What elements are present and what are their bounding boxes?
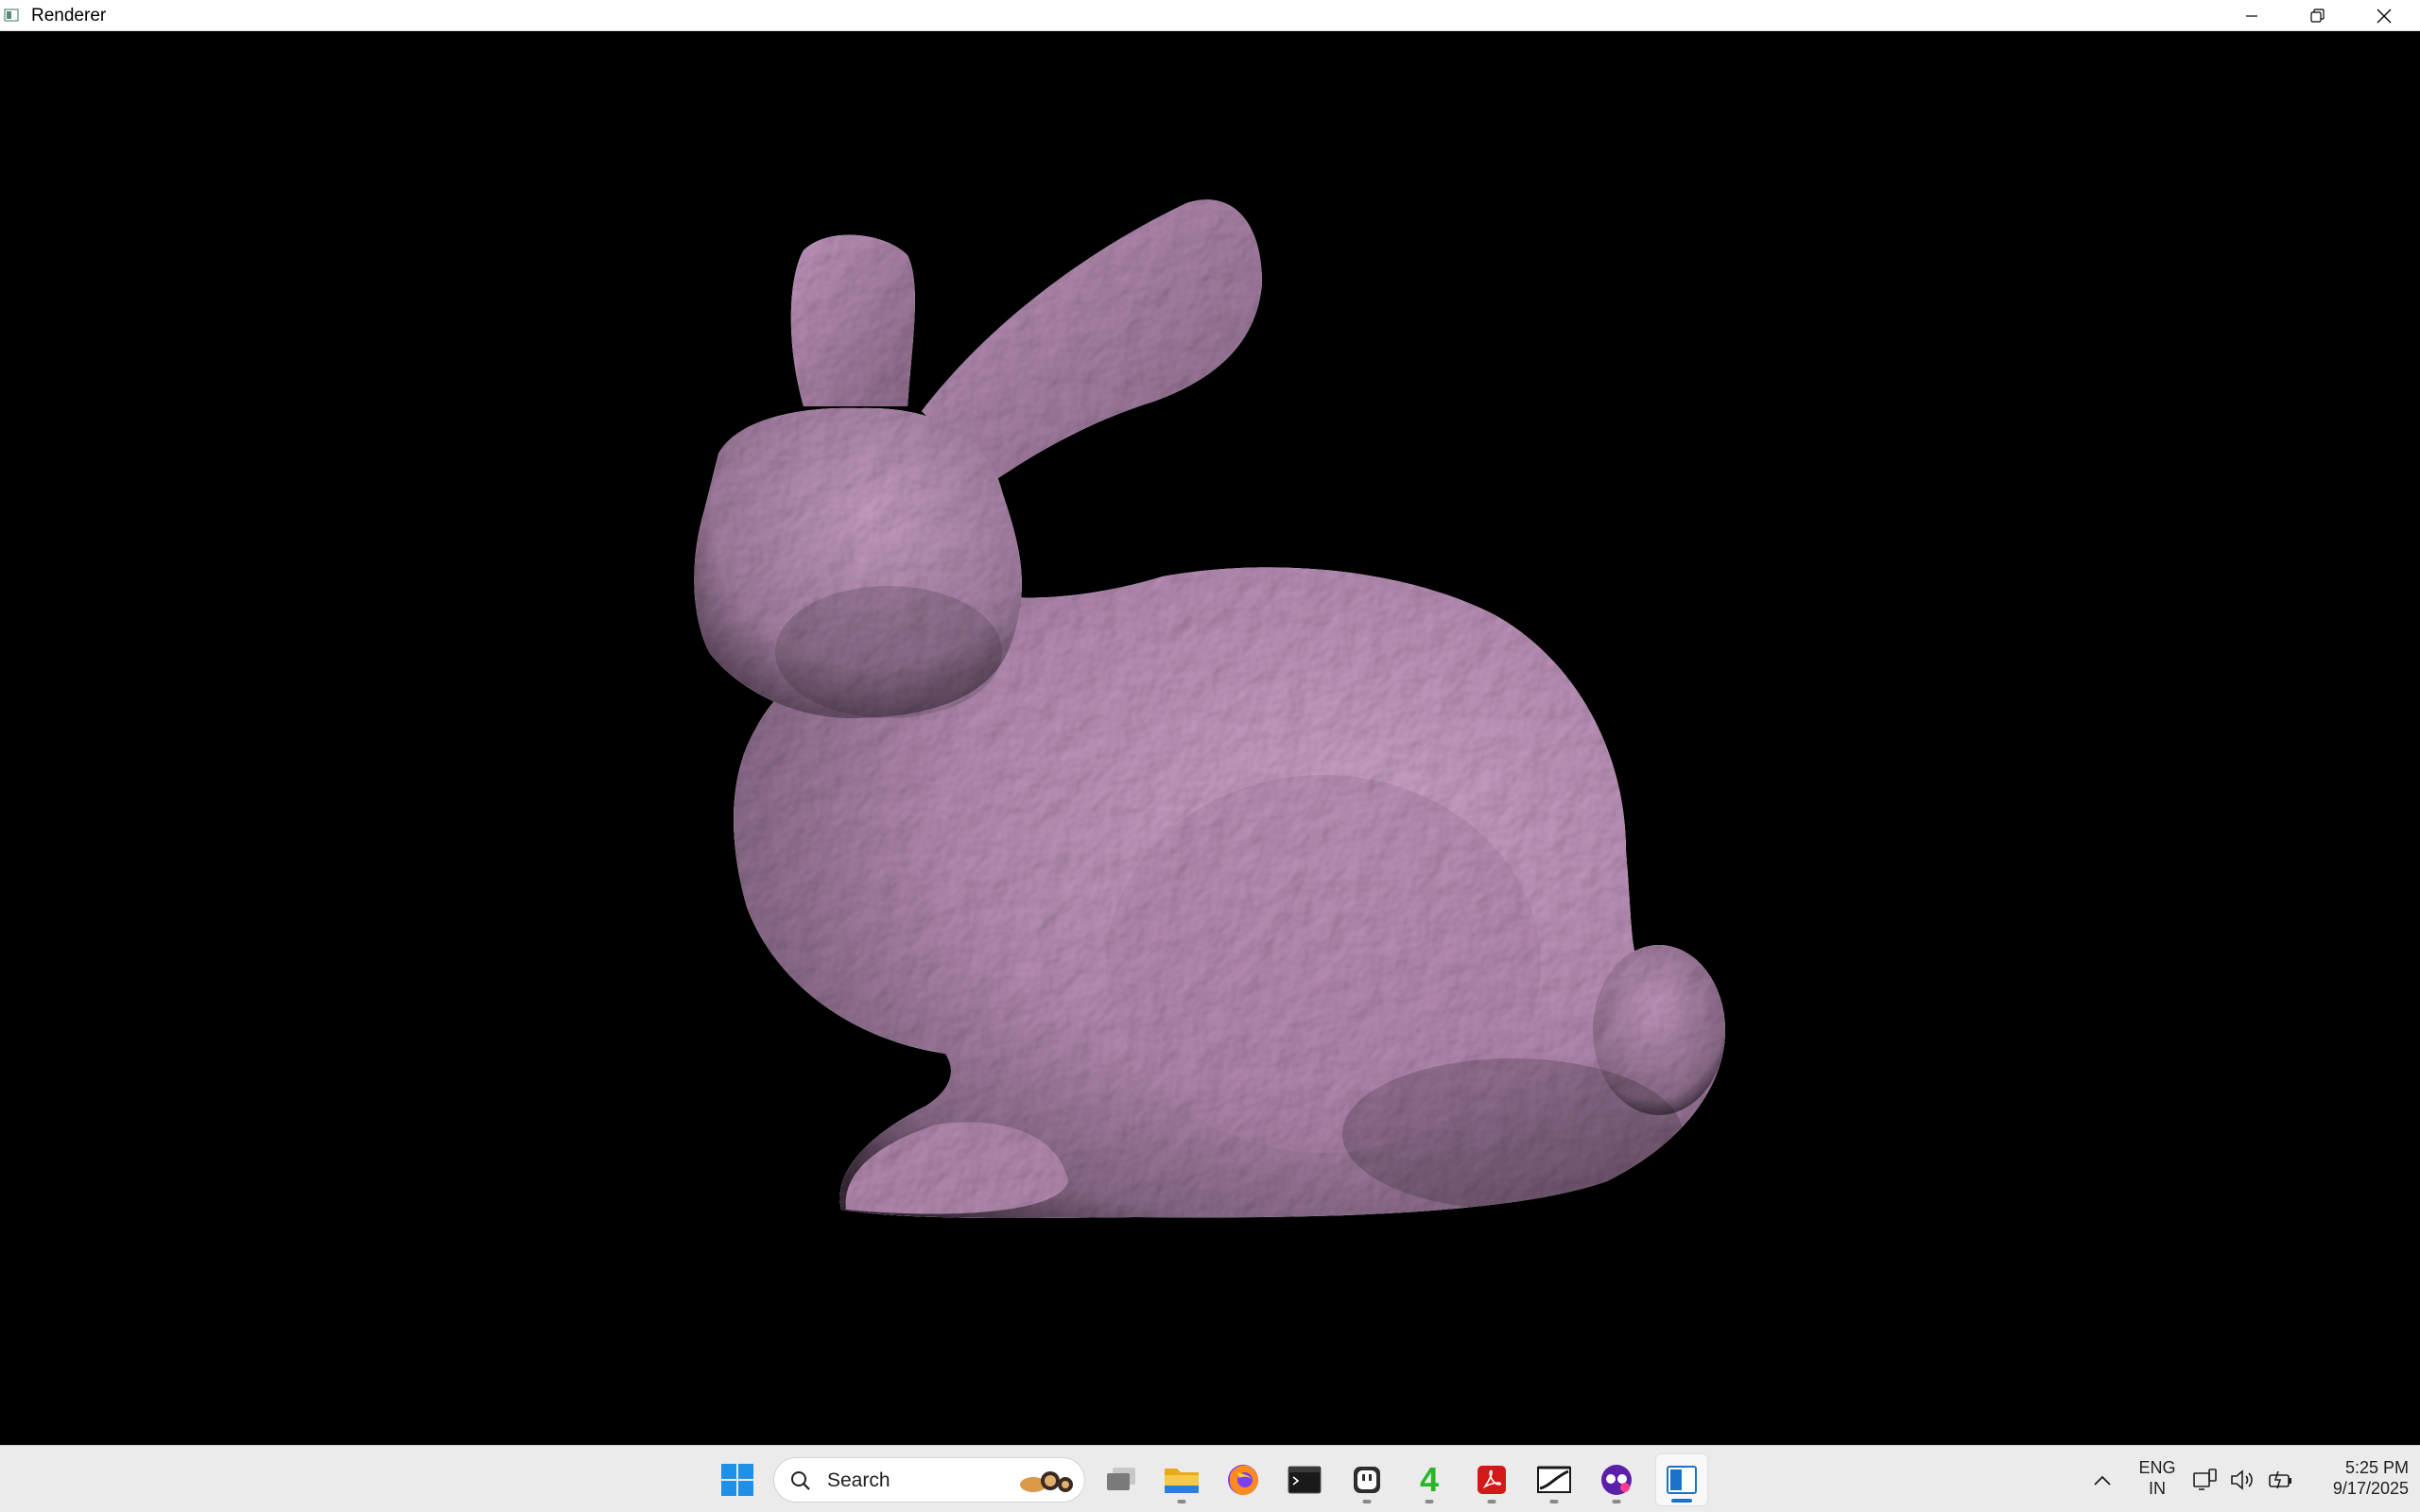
robot-icon <box>1354 1467 1380 1493</box>
window-title: Renderer <box>31 6 107 26</box>
windows-start-icon <box>721 1464 753 1496</box>
terminal-icon <box>1288 1466 1322 1494</box>
bunny-ear-back <box>790 234 915 406</box>
search-icon <box>791 1471 810 1490</box>
mask-icon <box>1601 1465 1632 1495</box>
running-indicator <box>1177 1500 1186 1503</box>
close-button[interactable] <box>2351 0 2417 31</box>
running-indicator <box>1612 1500 1621 1503</box>
bunny-model <box>694 199 1725 1219</box>
restore-button[interactable] <box>2285 0 2351 31</box>
minimize-icon <box>2246 14 2257 17</box>
curve-app-button[interactable] <box>1528 1453 1581 1506</box>
firefox-icon <box>1228 1465 1258 1495</box>
curve-app-icon <box>1537 1466 1571 1493</box>
quick-settings-button[interactable] <box>2191 1461 2295 1499</box>
clock[interactable]: 5:25 PM 9/17/2025 <box>2303 1457 2409 1499</box>
tray-overflow-button[interactable] <box>2076 1453 2129 1506</box>
folder-icon <box>1165 1469 1199 1493</box>
firefox-button[interactable] <box>1217 1453 1270 1506</box>
language-indicator[interactable]: ENG IN <box>2129 1457 2186 1499</box>
running-indicator <box>1549 1500 1559 1503</box>
running-indicator <box>1362 1500 1372 1503</box>
clock-date: 9/17/2025 <box>2332 1479 2409 1498</box>
taskbar: Search 4 ENG IN 5:25 PM 9/17/2025 <box>0 1445 2420 1512</box>
pdf-icon <box>1478 1466 1506 1494</box>
number-4-icon: 4 <box>1419 1460 1440 1499</box>
render-viewport[interactable] <box>0 31 2420 1445</box>
search-label: Search <box>827 1469 890 1491</box>
task-view-icon <box>1107 1468 1135 1490</box>
restore-icon <box>2310 8 2325 23</box>
task-view-button[interactable] <box>1095 1453 1148 1506</box>
robot-app-button[interactable] <box>1340 1453 1393 1506</box>
minimize-button[interactable] <box>2219 0 2285 31</box>
running-indicator <box>1425 1500 1434 1503</box>
terminal-button[interactable] <box>1278 1453 1331 1506</box>
chevron-up-icon <box>2094 1475 2111 1486</box>
volume-icon <box>2231 1469 2253 1490</box>
acrobat-button[interactable] <box>1465 1453 1518 1506</box>
close-icon <box>2377 9 2392 23</box>
network-icon <box>2193 1469 2217 1490</box>
language-code: ENG <box>2138 1458 2176 1477</box>
start-button[interactable] <box>711 1453 764 1506</box>
search-highlight-icon <box>1020 1471 1073 1492</box>
renderer-app-icon <box>4 9 19 22</box>
active-indicator <box>1671 1499 1692 1503</box>
language-region: IN <box>2149 1479 2166 1498</box>
renderer-taskbar-button[interactable] <box>1655 1453 1708 1506</box>
file-explorer-button[interactable] <box>1155 1453 1208 1506</box>
running-indicator <box>1487 1500 1496 1503</box>
battery-icon <box>2269 1470 2291 1489</box>
mask-app-button[interactable] <box>1590 1453 1643 1506</box>
renderer-app-icon <box>1667 1466 1697 1494</box>
bunny-ear-front <box>922 199 1262 483</box>
window-titlebar: Renderer <box>0 0 2420 31</box>
clock-time: 5:25 PM <box>2344 1458 2409 1477</box>
taskbar-search[interactable]: Search <box>773 1457 1085 1503</box>
app-4-button[interactable]: 4 <box>1403 1453 1456 1506</box>
